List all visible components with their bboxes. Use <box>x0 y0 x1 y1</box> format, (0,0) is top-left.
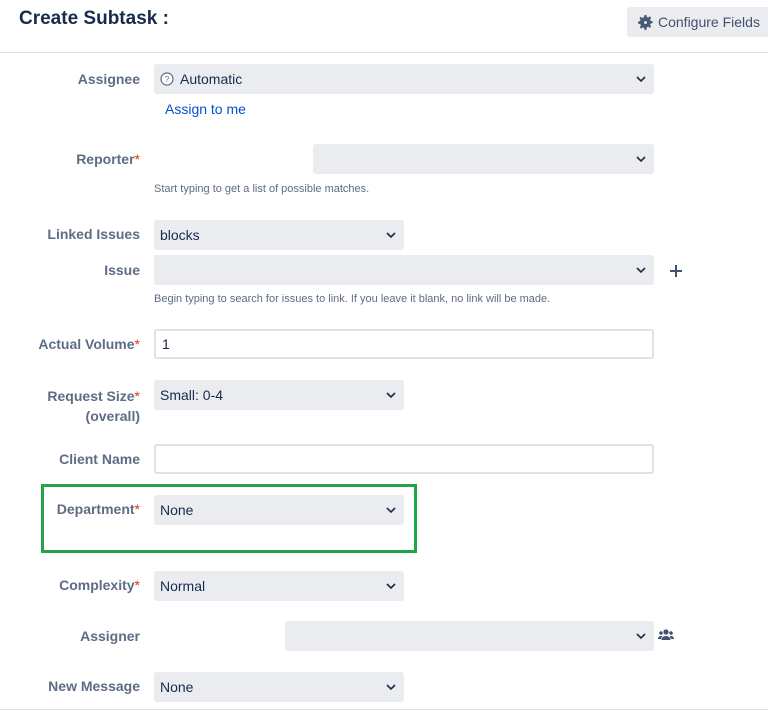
dialog-header: Create Subtask : Configure Fields <box>0 0 768 53</box>
department-label: Department* <box>56 501 140 517</box>
chevron-down-icon <box>386 392 396 399</box>
complexity-select[interactable]: Normal <box>154 571 404 601</box>
issue-select[interactable] <box>154 255 654 285</box>
plus-icon[interactable] <box>669 264 683 278</box>
new-message-select[interactable]: None <box>154 672 404 702</box>
reporter-hint: Start typing to get a list of possible m… <box>154 183 370 195</box>
configure-fields-button[interactable]: Configure Fields <box>627 7 768 37</box>
assignee-value: Automatic <box>180 71 243 87</box>
user-avatar-icon: ? <box>160 72 174 86</box>
linked-issues-value: blocks <box>160 227 200 243</box>
actual-volume-value: 1 <box>162 336 170 352</box>
request-size-select[interactable]: Small: 0-4 <box>154 380 404 410</box>
page-title: Create Subtask : <box>19 8 169 29</box>
actual-volume-input[interactable]: 1 <box>154 329 654 359</box>
reporter-label: Reporter* <box>76 151 140 167</box>
issue-label: Issue <box>104 262 140 278</box>
complexity-value: Normal <box>160 578 206 594</box>
chevron-down-icon <box>386 507 396 514</box>
gear-icon <box>638 14 653 30</box>
assigner-label: Assigner <box>80 628 140 644</box>
assign-to-me-link[interactable]: Assign to me <box>165 101 246 117</box>
assigner-select[interactable] <box>285 621 654 651</box>
chevron-down-icon <box>386 583 396 590</box>
actual-volume-label: Actual Volume* <box>38 336 140 352</box>
department-value: None <box>160 502 194 518</box>
bottom-divider <box>0 709 768 710</box>
request-size-label: Request Size* (overall) <box>47 388 140 424</box>
chevron-down-icon <box>636 76 646 83</box>
department-select[interactable]: None <box>154 495 404 525</box>
chevron-down-icon <box>386 684 396 691</box>
configure-fields-label: Configure Fields <box>658 14 760 30</box>
users-group-icon[interactable] <box>658 628 674 642</box>
svg-text:?: ? <box>165 75 170 84</box>
complexity-label: Complexity* <box>59 577 140 593</box>
chevron-down-icon <box>636 267 646 274</box>
client-name-input[interactable] <box>154 444 654 474</box>
chevron-down-icon <box>386 232 396 239</box>
linked-issues-select[interactable]: blocks <box>154 220 404 250</box>
issue-hint: Begin typing to search for issues to lin… <box>154 293 551 305</box>
new-message-value: None <box>160 679 194 695</box>
reporter-select[interactable] <box>313 144 654 174</box>
assignee-select[interactable]: ? Automatic <box>154 64 654 94</box>
chevron-down-icon <box>636 633 646 640</box>
linked-issues-label: Linked Issues <box>47 226 140 242</box>
client-name-label: Client Name <box>59 451 140 467</box>
request-size-value: Small: 0-4 <box>160 387 224 403</box>
chevron-down-icon <box>636 156 646 163</box>
assignee-label: Assignee <box>77 71 140 87</box>
new-message-label: New Message <box>48 678 140 694</box>
